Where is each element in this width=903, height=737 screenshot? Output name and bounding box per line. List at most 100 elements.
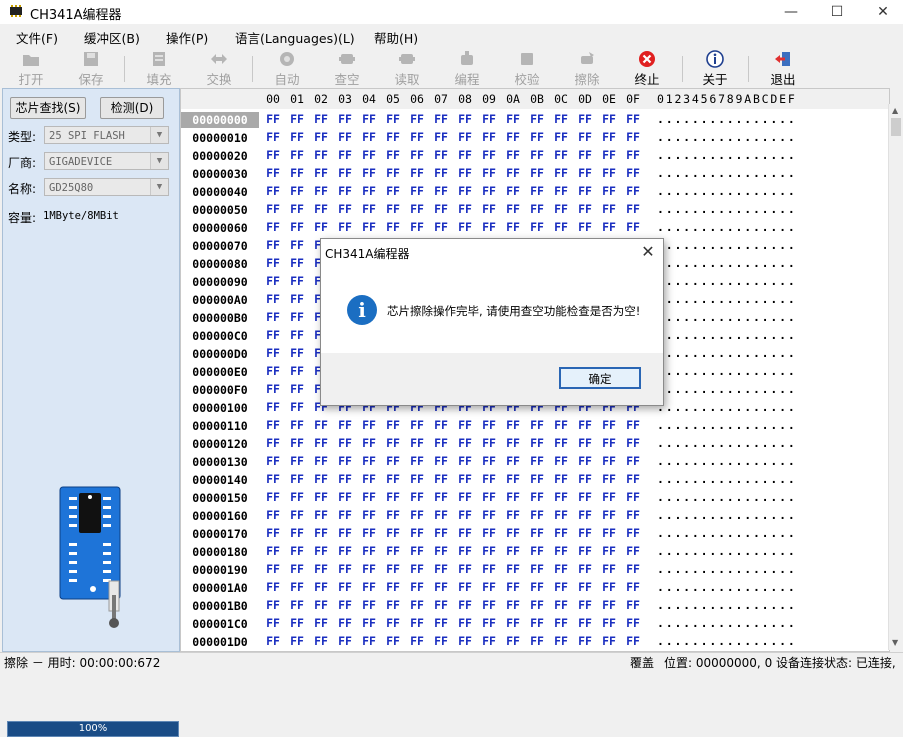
hex-byte[interactable]: FF xyxy=(285,256,309,270)
hex-byte[interactable]: FF xyxy=(621,454,645,468)
hex-byte[interactable]: FF xyxy=(453,436,477,450)
hex-byte[interactable]: FF xyxy=(357,130,381,144)
hex-byte[interactable]: FF xyxy=(477,598,501,612)
hex-byte[interactable]: FF xyxy=(525,454,549,468)
hex-byte[interactable]: FF xyxy=(357,616,381,630)
hex-byte[interactable]: FF xyxy=(261,580,285,594)
hex-byte[interactable]: FF xyxy=(429,544,453,558)
hex-byte[interactable]: FF xyxy=(597,112,621,126)
hex-byte[interactable]: FF xyxy=(333,544,357,558)
hex-byte[interactable]: FF xyxy=(309,220,333,234)
hex-byte[interactable]: FF xyxy=(429,454,453,468)
hex-byte[interactable]: FF xyxy=(597,148,621,162)
hex-byte[interactable]: FF xyxy=(621,544,645,558)
hex-byte[interactable]: FF xyxy=(573,580,597,594)
hex-byte[interactable]: FF xyxy=(525,130,549,144)
hex-byte[interactable]: FF xyxy=(477,562,501,576)
hex-row[interactable]: 00000160 FF FF FF FF FF FF FF FF FF FF FF FF FF FF FF FF… xyxy=(181,506,889,524)
hex-byte[interactable]: FF xyxy=(357,202,381,216)
hex-byte[interactable]: FF xyxy=(477,634,501,648)
hex-byte[interactable]: FF xyxy=(525,508,549,522)
scroll-thumb[interactable] xyxy=(891,118,901,136)
hex-byte[interactable]: FF xyxy=(525,220,549,234)
hex-byte[interactable]: FF xyxy=(597,166,621,180)
hex-byte[interactable]: FF xyxy=(285,148,309,162)
hex-byte[interactable]: FF xyxy=(261,256,285,270)
hex-byte[interactable]: FF xyxy=(381,490,405,504)
hex-byte[interactable]: FF xyxy=(549,418,573,432)
hex-byte[interactable]: FF xyxy=(333,202,357,216)
hex-byte[interactable]: FF xyxy=(381,202,405,216)
hex-byte[interactable]: FF xyxy=(501,184,525,198)
hex-byte[interactable]: FF xyxy=(429,562,453,576)
hex-byte[interactable]: FF xyxy=(621,508,645,522)
hex-byte[interactable]: FF xyxy=(285,400,309,414)
hex-byte[interactable]: FF xyxy=(261,490,285,504)
hex-byte[interactable]: FF xyxy=(573,454,597,468)
hex-byte[interactable]: FF xyxy=(501,202,525,216)
hex-byte[interactable]: FF xyxy=(549,526,573,540)
hex-byte[interactable]: FF xyxy=(429,508,453,522)
hex-byte[interactable]: FF xyxy=(597,220,621,234)
hex-byte[interactable]: FF xyxy=(381,526,405,540)
hex-byte[interactable]: FF xyxy=(285,274,309,288)
hex-byte[interactable]: FF xyxy=(525,472,549,486)
hex-byte[interactable]: FF xyxy=(285,130,309,144)
hex-byte[interactable]: FF xyxy=(621,598,645,612)
menu-help[interactable]: 帮助(H) xyxy=(374,28,418,47)
hex-byte[interactable]: FF xyxy=(477,220,501,234)
hex-byte[interactable]: FF xyxy=(309,418,333,432)
hex-byte[interactable]: FF xyxy=(597,130,621,144)
hex-byte[interactable]: FF xyxy=(549,598,573,612)
hex-byte[interactable]: FF xyxy=(549,112,573,126)
hex-byte[interactable]: FF xyxy=(597,418,621,432)
hex-byte[interactable]: FF xyxy=(453,454,477,468)
hex-byte[interactable]: FF xyxy=(261,526,285,540)
hex-byte[interactable]: FF xyxy=(261,472,285,486)
hex-byte[interactable]: FF xyxy=(309,598,333,612)
hex-byte[interactable]: FF xyxy=(405,598,429,612)
hex-byte[interactable]: FF xyxy=(405,526,429,540)
hex-byte[interactable]: FF xyxy=(357,634,381,648)
hex-byte[interactable]: FF xyxy=(261,634,285,648)
hex-byte[interactable]: FF xyxy=(285,544,309,558)
hex-byte[interactable]: FF xyxy=(405,184,429,198)
hex-byte[interactable]: FF xyxy=(453,184,477,198)
hex-byte[interactable]: FF xyxy=(357,148,381,162)
hex-byte[interactable]: FF xyxy=(261,292,285,306)
hex-byte[interactable]: FF xyxy=(477,436,501,450)
hex-byte[interactable]: FF xyxy=(405,220,429,234)
scroll-up-icon[interactable]: ▲ xyxy=(892,106,898,115)
hex-byte[interactable]: FF xyxy=(549,454,573,468)
hex-byte[interactable]: FF xyxy=(477,616,501,630)
hex-byte[interactable]: FF xyxy=(357,598,381,612)
hex-byte[interactable]: FF xyxy=(549,220,573,234)
hex-byte[interactable]: FF xyxy=(501,616,525,630)
hex-byte[interactable]: FF xyxy=(429,616,453,630)
hex-row[interactable]: 000001D0 FF FF FF FF FF FF FF FF FF FF FF FF FF FF FF FF… xyxy=(181,632,889,650)
hex-byte[interactable]: FF xyxy=(261,562,285,576)
hex-byte[interactable]: FF xyxy=(285,526,309,540)
hex-row[interactable]: 00000130 FF FF FF FF FF FF FF FF FF FF FF FF FF FF FF FF… xyxy=(181,452,889,470)
hex-byte[interactable]: FF xyxy=(357,166,381,180)
hex-byte[interactable]: FF xyxy=(333,490,357,504)
program-button[interactable]: 编程 xyxy=(444,48,490,88)
hex-row[interactable]: 00000140 FF FF FF FF FF FF FF FF FF FF FF FF FF FF FF FF… xyxy=(181,470,889,488)
hex-byte[interactable]: FF xyxy=(597,544,621,558)
hex-byte[interactable]: FF xyxy=(285,382,309,396)
hex-byte[interactable]: FF xyxy=(261,436,285,450)
hex-byte[interactable]: FF xyxy=(405,202,429,216)
hex-byte[interactable]: FF xyxy=(477,580,501,594)
hex-byte[interactable]: FF xyxy=(621,166,645,180)
hex-byte[interactable]: FF xyxy=(309,580,333,594)
hex-byte[interactable]: FF xyxy=(621,112,645,126)
hex-byte[interactable]: FF xyxy=(429,184,453,198)
hex-byte[interactable]: FF xyxy=(453,598,477,612)
hex-byte[interactable]: FF xyxy=(357,112,381,126)
hex-row[interactable]: 000001C0 FF FF FF FF FF FF FF FF FF FF FF FF FF FF FF FF… xyxy=(181,614,889,632)
hex-byte[interactable]: FF xyxy=(621,184,645,198)
hex-byte[interactable]: FF xyxy=(525,616,549,630)
vendor-select[interactable]: GIGADEVICE ▼ xyxy=(44,152,169,170)
hex-byte[interactable]: FF xyxy=(549,616,573,630)
hex-byte[interactable]: FF xyxy=(285,598,309,612)
